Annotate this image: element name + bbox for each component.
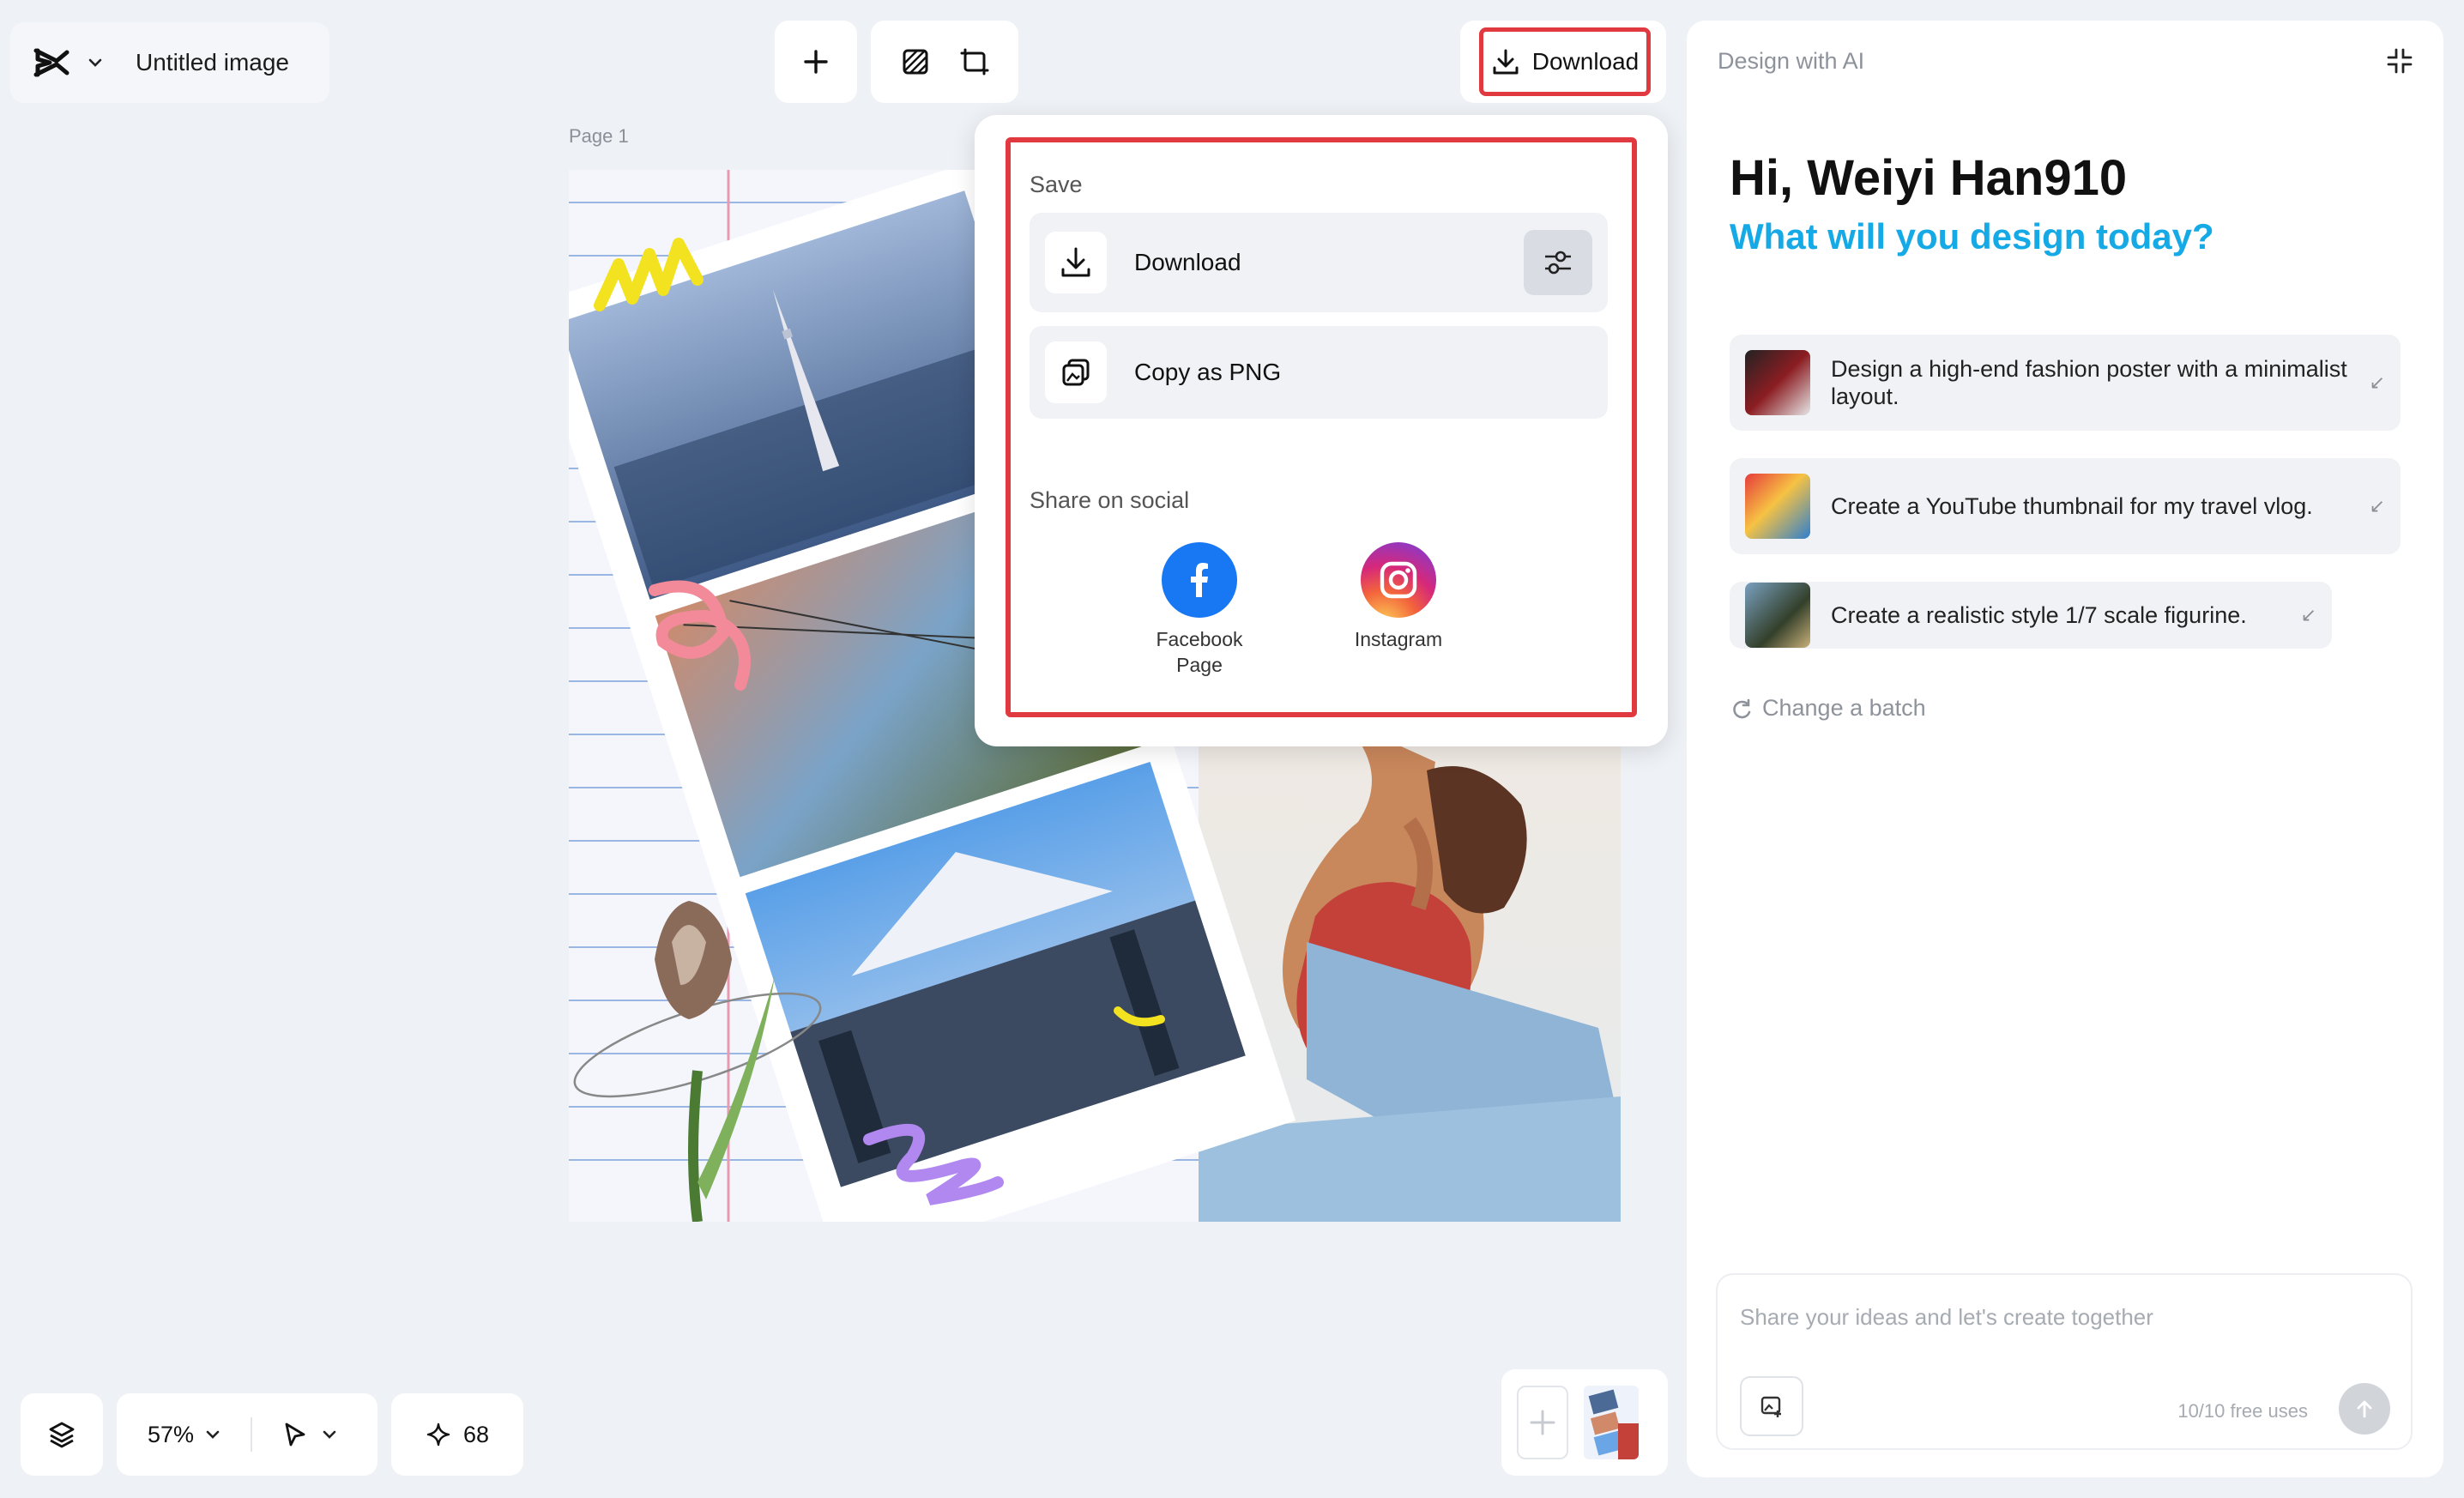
zoom-level: 57% xyxy=(148,1421,195,1447)
divider xyxy=(251,1417,253,1452)
download-item-icon-box xyxy=(1045,232,1107,293)
copy-item-label: Copy as PNG xyxy=(1134,359,1282,385)
arrow-up-icon xyxy=(2353,1398,2376,1420)
change-batch-label: Change a batch xyxy=(1762,695,1926,721)
change-batch-button[interactable]: Change a batch xyxy=(1730,695,1926,722)
download-dropdown-menu: Save Download Copy as PNG Share on socia… xyxy=(975,115,1668,746)
image-add-icon xyxy=(1759,1393,1785,1419)
document-title[interactable]: Untitled image xyxy=(136,49,289,76)
prompt-thumbnail xyxy=(1745,583,1810,648)
download-item-label: Download xyxy=(1134,249,1241,275)
ai-design-panel: Design with AI Hi, Weiyi Han910 What wil… xyxy=(1687,21,2443,1477)
cursor-icon xyxy=(281,1421,309,1448)
ai-greeting: Hi, Weiyi Han910 xyxy=(1730,150,2128,206)
prompt-text: Design a high-end fashion poster with a … xyxy=(1831,356,2347,409)
download-icon xyxy=(1491,47,1520,76)
refresh-icon xyxy=(1730,697,1754,721)
zoom-controls: 57% xyxy=(117,1393,377,1476)
prompt-suggestion[interactable]: Design a high-end fashion poster with a … xyxy=(1730,335,2401,431)
ai-subtitle: What will you design today? xyxy=(1730,216,2214,257)
prompt-thumbnail xyxy=(1745,474,1810,539)
share-facebook-button[interactable]: Facebook Page xyxy=(1122,542,1277,678)
sparkle-icon xyxy=(426,1422,451,1447)
copy-png-menu-item[interactable]: Copy as PNG xyxy=(1030,326,1608,419)
credits-count: 68 xyxy=(462,1421,490,1447)
download-settings-button[interactable] xyxy=(1524,230,1592,295)
chevron-down-icon xyxy=(204,1426,221,1443)
ai-panel-title: Design with AI xyxy=(1718,48,1865,74)
resize-canvas-icon[interactable] xyxy=(958,46,989,77)
instagram-label: Instagram xyxy=(1354,628,1443,650)
facebook-icon xyxy=(1162,542,1237,618)
download-menu-item[interactable]: Download xyxy=(1030,213,1608,312)
prompt-thumbnail xyxy=(1745,350,1810,415)
zoom-dropdown[interactable]: 57% xyxy=(148,1422,221,1448)
upload-image-button[interactable] xyxy=(1740,1376,1803,1436)
download-button-label: Download xyxy=(1531,48,1640,75)
add-page-button[interactable] xyxy=(1517,1386,1568,1459)
plus-icon xyxy=(1528,1408,1557,1437)
sliders-icon xyxy=(1542,246,1574,279)
layers-icon xyxy=(47,1420,76,1449)
prompt-text: Create a realistic style 1/7 scale figur… xyxy=(1831,602,2247,628)
plus-icon xyxy=(800,46,831,77)
background-pattern-icon[interactable] xyxy=(900,46,931,77)
insert-arrow-icon: ↙ xyxy=(2369,495,2385,516)
document-title-bar: Untitled image xyxy=(10,22,329,103)
layers-button[interactable] xyxy=(21,1393,103,1476)
facebook-label: Facebook Page xyxy=(1156,628,1243,676)
copy-image-icon xyxy=(1060,357,1091,388)
download-button-container: Download xyxy=(1460,21,1666,103)
prompt-suggestion[interactable]: Create a realistic style 1/7 scale figur… xyxy=(1730,582,2332,649)
credits-button[interactable]: 68 xyxy=(391,1393,523,1476)
insert-arrow-icon: ↙ xyxy=(2369,371,2385,393)
prompt-text: Create a YouTube thumbnail for my travel… xyxy=(1831,493,2313,519)
pointer-tool-dropdown[interactable] xyxy=(281,1421,338,1448)
page-label: Page 1 xyxy=(569,125,629,147)
download-button[interactable]: Download xyxy=(1479,27,1651,96)
copy-item-icon-box xyxy=(1045,341,1107,403)
share-heading: Share on social xyxy=(1030,487,1190,513)
prompt-suggestion[interactable]: Create a YouTube thumbnail for my travel… xyxy=(1730,458,2401,554)
collapse-icon[interactable] xyxy=(2385,46,2414,76)
add-element-button[interactable] xyxy=(775,21,857,103)
ai-prompt-input[interactable]: Share your ideas and let's create togeth… xyxy=(1716,1273,2413,1450)
chevron-down-icon[interactable] xyxy=(86,53,105,72)
ai-input-placeholder: Share your ideas and let's create togeth… xyxy=(1740,1304,2153,1330)
capcut-logo-icon[interactable] xyxy=(31,42,72,83)
send-button[interactable] xyxy=(2339,1383,2390,1435)
chevron-down-icon xyxy=(321,1426,338,1443)
save-heading: Save xyxy=(1030,172,1083,197)
canvas-tools-group xyxy=(871,21,1018,103)
download-icon xyxy=(1059,245,1093,280)
share-instagram-button[interactable]: Instagram xyxy=(1321,542,1476,652)
instagram-icon xyxy=(1361,542,1436,618)
insert-arrow-icon: ↙ xyxy=(2300,604,2316,625)
free-uses-counter: 10/10 free uses xyxy=(2177,1400,2308,1422)
page-strip xyxy=(1501,1369,1668,1476)
page-thumbnail[interactable] xyxy=(1584,1386,1639,1459)
